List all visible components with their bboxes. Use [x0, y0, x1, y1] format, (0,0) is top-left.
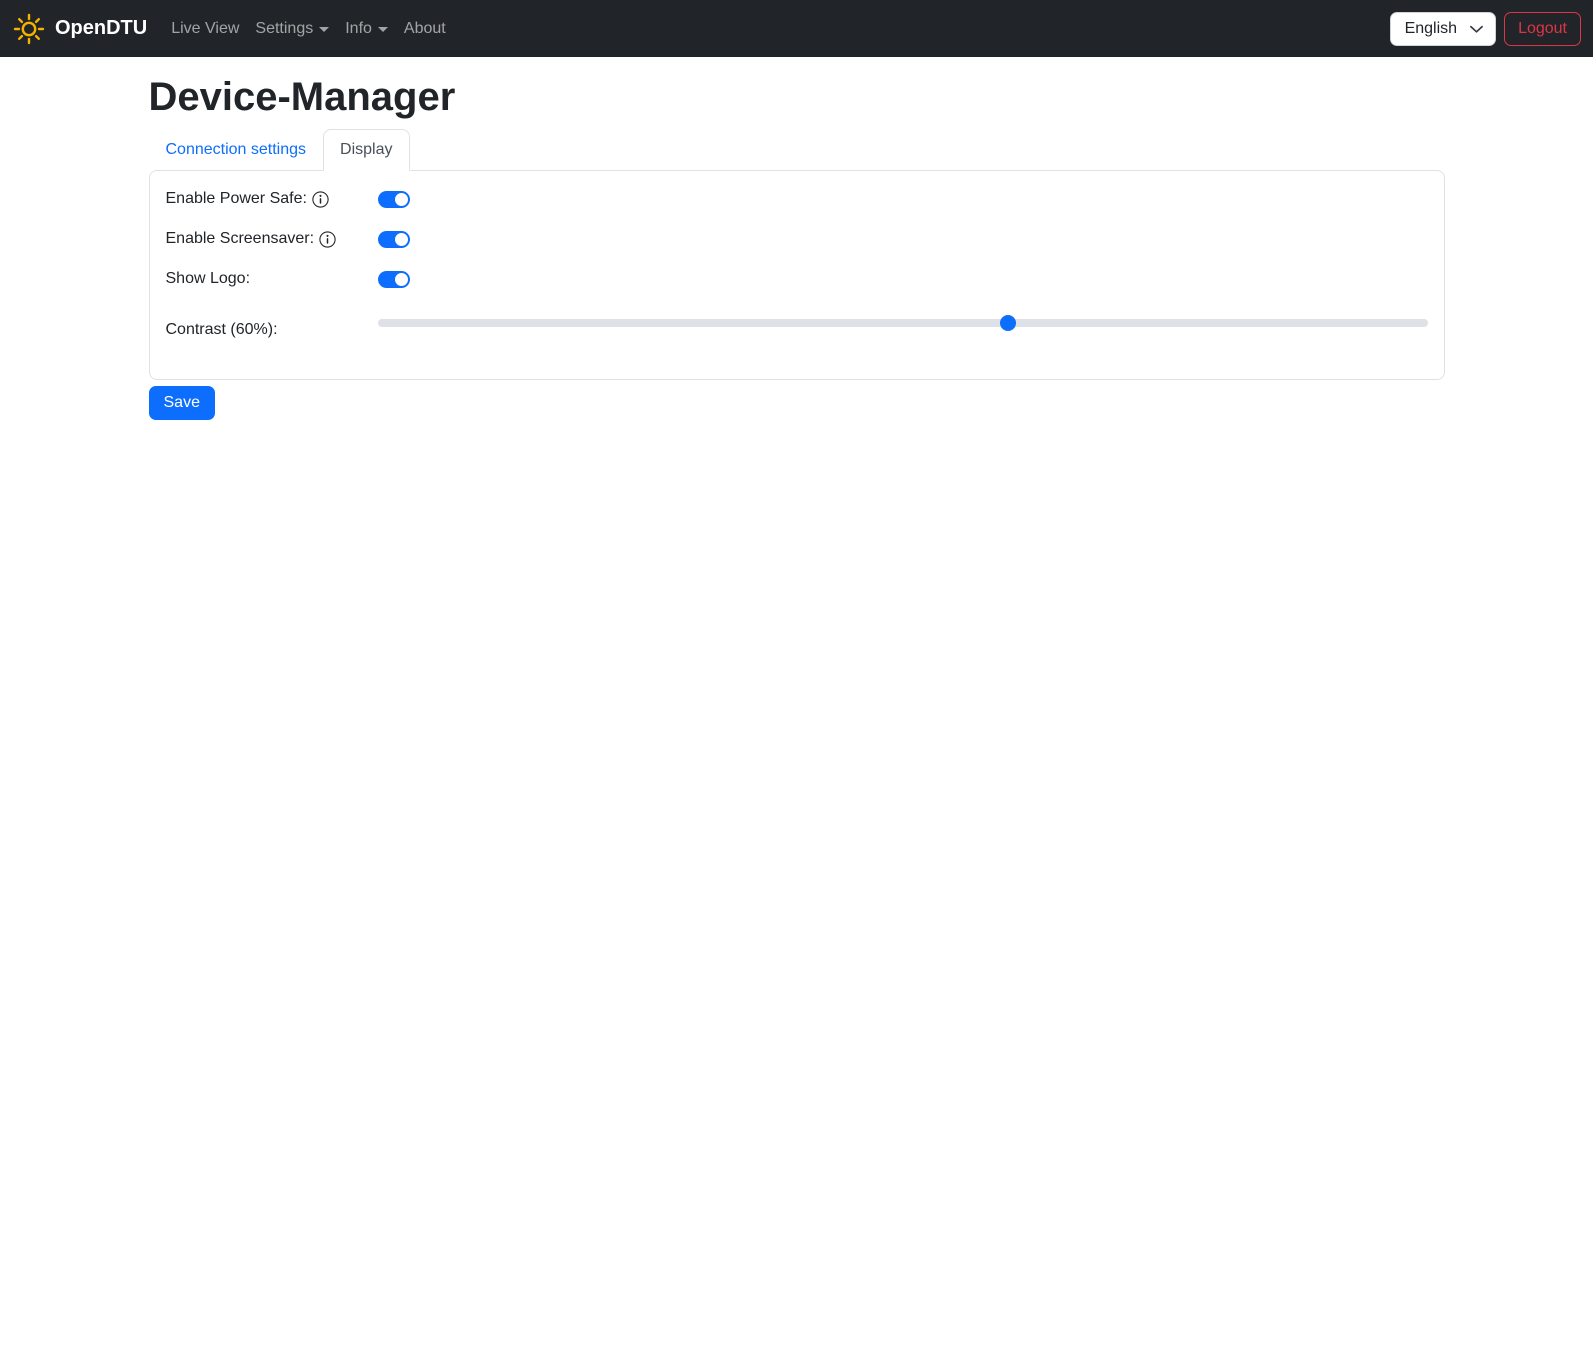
chevron-down-icon	[1469, 21, 1484, 36]
nav-item-label: Info	[345, 19, 372, 37]
main-content: Device-Manager Connection settings Displ…	[137, 73, 1457, 421]
setting-control	[377, 307, 1428, 335]
brand-link[interactable]: OpenDTU	[12, 12, 147, 46]
chevron-down-icon	[319, 27, 330, 32]
setting-control	[377, 190, 1428, 208]
setting-row-screensaver: Enable Screensaver:	[166, 227, 1428, 251]
nav-item-about[interactable]: About	[396, 12, 454, 46]
setting-label-group: Enable Power Safe:	[166, 187, 378, 211]
setting-control	[377, 270, 1428, 288]
sun-icon	[12, 12, 46, 46]
toggle-knob	[394, 272, 408, 286]
nav-item-label: Settings	[255, 19, 314, 37]
setting-row-power-safe: Enable Power Safe:	[166, 187, 1428, 211]
nav-item-info[interactable]: Info	[337, 12, 396, 46]
toggle-knob	[394, 232, 408, 246]
navbar-left: OpenDTU Live View Settings Info About	[12, 12, 454, 46]
toggle-show-logo[interactable]	[377, 270, 410, 288]
setting-label: Contrast (60%):	[165, 321, 278, 338]
slider-track	[377, 319, 1428, 327]
toggle-enable-power-safe[interactable]	[377, 190, 410, 208]
nav-item-label: Live View	[171, 19, 240, 37]
contrast-slider-thumb[interactable]	[999, 315, 1016, 331]
chevron-down-icon	[377, 27, 388, 32]
info-icon[interactable]	[319, 230, 336, 248]
setting-label: Show Logo:	[165, 270, 251, 287]
setting-label: Enable Power Safe:	[165, 190, 307, 207]
tab-bar: Connection settings Display	[149, 129, 1445, 171]
setting-label-group: Enable Screensaver:	[166, 227, 378, 251]
setting-control	[377, 230, 1428, 248]
setting-row-show-logo: Show Logo:	[166, 267, 1428, 291]
nav-item-settings[interactable]: Settings	[247, 12, 337, 46]
setting-label-group: Show Logo:	[166, 267, 378, 291]
display-settings-card: Enable Power Safe: Enable Screensaver: S…	[148, 170, 1445, 380]
contrast-slider[interactable]	[377, 311, 1428, 335]
nav-item-label: About	[403, 19, 446, 37]
toggle-enable-screensaver[interactable]	[377, 230, 410, 248]
navbar-right: English Logout	[1389, 11, 1581, 46]
setting-row-contrast: Contrast (60%):	[166, 307, 1428, 347]
setting-label-group: Contrast (60%):	[166, 307, 378, 342]
save-button[interactable]: Save	[148, 386, 215, 421]
navbar: OpenDTU Live View Settings Info About En…	[0, 0, 1593, 57]
info-icon[interactable]	[312, 190, 329, 208]
toggle-knob	[394, 192, 408, 206]
logout-button[interactable]: Logout	[1504, 11, 1581, 46]
language-selected-value: English	[1404, 19, 1458, 37]
tab-connection-settings[interactable]: Connection settings	[149, 129, 324, 171]
brand-label: OpenDTU	[55, 17, 148, 39]
setting-label: Enable Screensaver:	[165, 230, 315, 247]
page-title: Device-Manager	[148, 75, 456, 119]
nav-item-live-view[interactable]: Live View	[163, 12, 247, 46]
tab-display[interactable]: Display	[323, 129, 410, 171]
language-select[interactable]: English	[1389, 11, 1497, 46]
